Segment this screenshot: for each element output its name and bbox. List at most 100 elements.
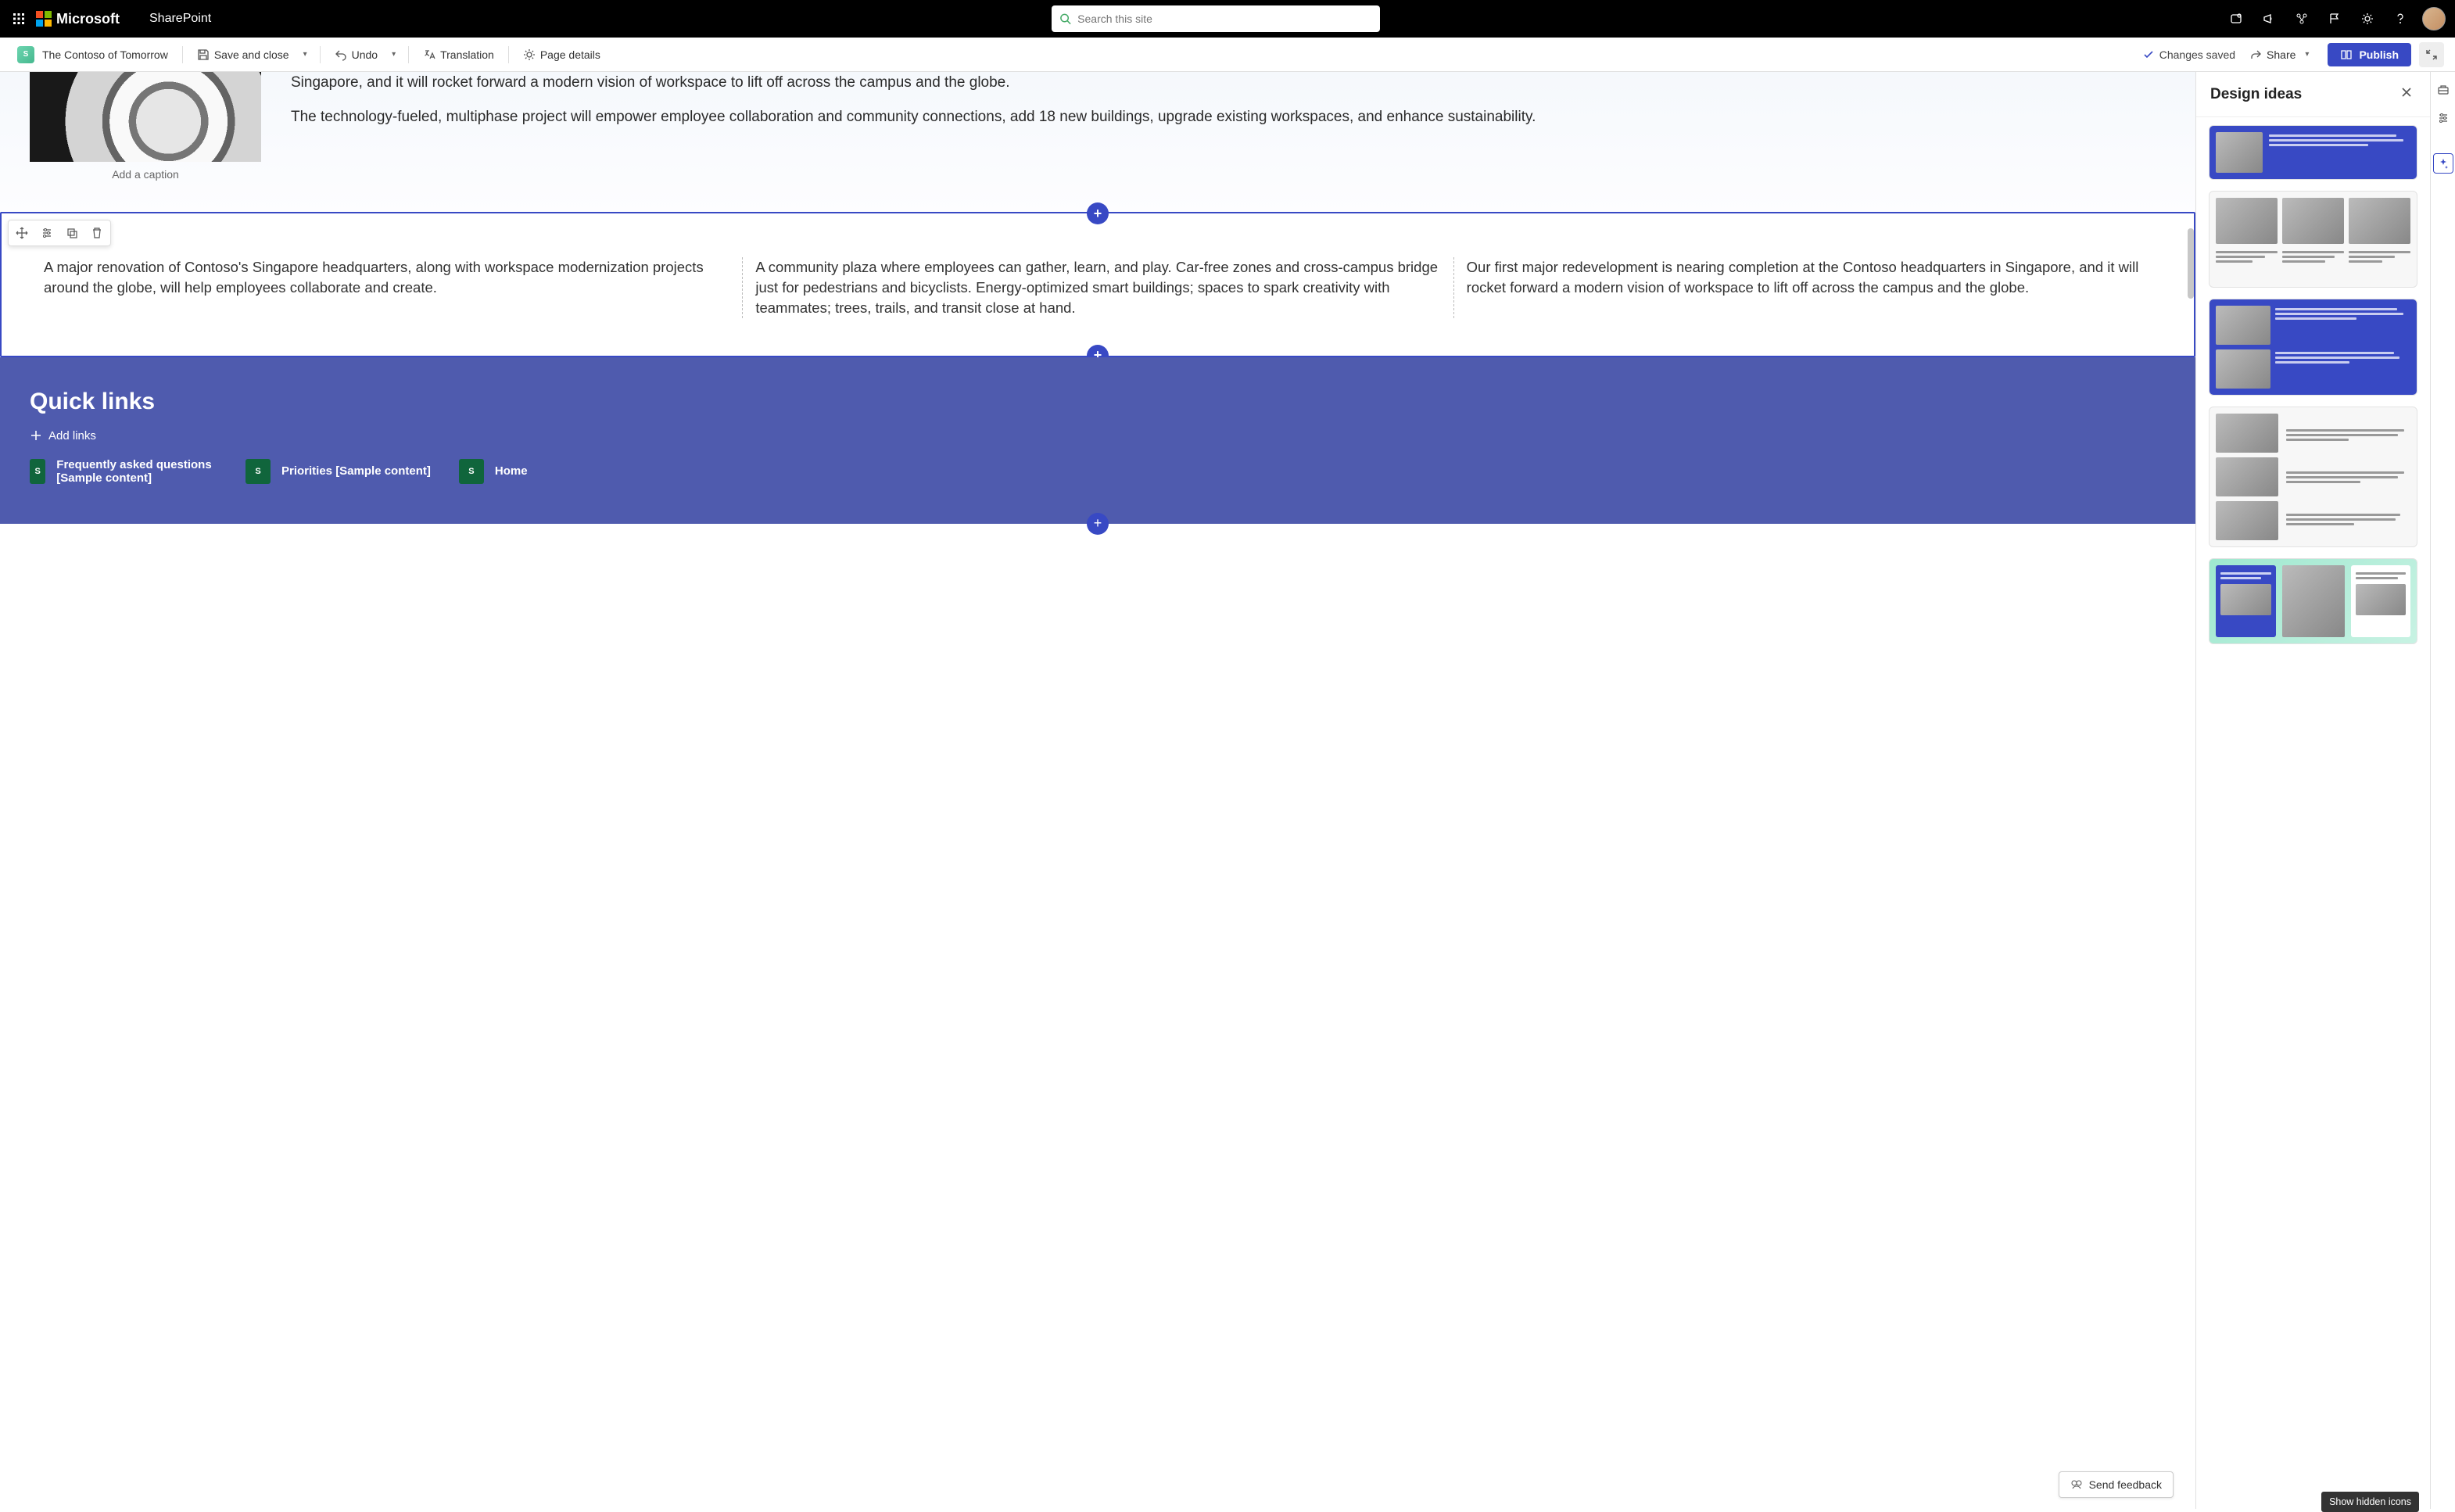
quick-link-item[interactable]: S Home — [459, 458, 528, 485]
sharepoint-doc-icon: S — [246, 459, 271, 484]
duplicate-section-button[interactable] — [60, 222, 84, 244]
app-name: SharePoint — [149, 12, 211, 26]
delete-section-button[interactable] — [85, 222, 109, 244]
search-input[interactable] — [1077, 13, 1372, 25]
publish-label: Publish — [2359, 48, 2399, 61]
command-separator — [408, 46, 409, 63]
quick-link-item[interactable]: S Priorities [Sample content] — [246, 458, 431, 485]
save-icon — [197, 48, 210, 61]
changes-saved-status: Changes saved — [2142, 48, 2235, 61]
add-links-button[interactable]: Add links — [30, 429, 2166, 442]
section-toolbar — [8, 220, 111, 246]
undo-button[interactable]: Undo — [328, 44, 384, 66]
suite-teams-button[interactable] — [2220, 3, 2252, 34]
toolbox-button[interactable] — [2433, 80, 2453, 100]
quick-links-heading: Quick links — [30, 389, 2166, 415]
design-ideas-list[interactable] — [2196, 117, 2430, 1493]
flag-icon — [2328, 13, 2341, 25]
undo-label: Undo — [352, 48, 378, 61]
hero-caption-placeholder[interactable]: Add a caption — [30, 168, 261, 181]
microsoft-brand-text: Microsoft — [56, 11, 120, 27]
waffle-icon — [13, 13, 25, 25]
quick-link-item[interactable]: S Frequently asked questions [Sample con… — [30, 458, 217, 485]
suite-bar-right — [2220, 3, 2449, 34]
site-breadcrumb[interactable]: S The Contoso of Tomorrow — [11, 41, 174, 68]
design-idea-card[interactable] — [2209, 558, 2417, 644]
share-label: Share — [2267, 48, 2296, 61]
add-section-above-button[interactable]: + — [1087, 202, 1109, 224]
selected-section[interactable]: + — [0, 212, 2195, 357]
help-icon — [2394, 13, 2407, 25]
three-col-section-wrap: + — [0, 212, 2195, 357]
connector-icon — [2296, 13, 2308, 25]
column-3[interactable]: Our first major redevelopment is nearing… — [1453, 257, 2164, 318]
publish-icon — [2340, 48, 2353, 61]
design-ideas-rail-button[interactable] — [2433, 153, 2453, 174]
sharepoint-doc-icon: S — [459, 459, 484, 484]
translation-button[interactable]: Translation — [417, 44, 500, 66]
suite-flag-button[interactable] — [2319, 3, 2350, 34]
section-settings-button[interactable] — [35, 222, 59, 244]
scrollbar-thumb[interactable] — [2188, 228, 2194, 299]
design-ideas-panel: Design ideas — [2195, 72, 2430, 1509]
quick-link-label: Home — [495, 464, 528, 478]
site-name: The Contoso of Tomorrow — [42, 48, 168, 61]
suite-megaphone-button[interactable] — [2253, 3, 2285, 34]
teams-icon — [2230, 13, 2242, 25]
suite-settings-button[interactable] — [2352, 3, 2383, 34]
user-avatar[interactable] — [2422, 7, 2446, 30]
design-idea-card[interactable] — [2209, 125, 2417, 180]
hero-paragraph-2: The technology-fueled, multiphase projec… — [291, 106, 2166, 128]
page-details-button[interactable]: Page details — [517, 44, 607, 66]
plus-icon — [30, 429, 42, 442]
close-panel-button[interactable] — [2397, 83, 2416, 106]
quick-links-section: Quick links Add links S Frequently asked… — [0, 357, 2195, 524]
close-icon — [2400, 86, 2413, 99]
design-idea-card[interactable] — [2209, 407, 2417, 547]
megaphone-icon — [2263, 13, 2275, 25]
undo-chevron[interactable]: ▾ — [387, 47, 400, 62]
publish-button[interactable]: Publish — [2328, 43, 2411, 66]
save-close-button[interactable]: Save and close — [191, 44, 296, 66]
add-section-button[interactable]: + — [1087, 513, 1109, 535]
save-close-chevron[interactable]: ▾ — [299, 47, 312, 62]
share-button[interactable]: Share ▾ — [2243, 42, 2320, 66]
page-details-label: Page details — [540, 48, 600, 61]
column-2-text: A community plaza where employees can ga… — [755, 259, 1438, 316]
search-box[interactable] — [1052, 5, 1380, 32]
hero-text[interactable]: Singapore, and it will rocket forward a … — [291, 72, 2166, 140]
design-idea-card[interactable] — [2209, 299, 2417, 396]
save-close-label: Save and close — [214, 48, 289, 61]
design-ideas-footer: Show hidden icons — [2196, 1493, 2430, 1509]
hero-section: Add a caption Singapore, and it will roc… — [0, 72, 2195, 212]
microsoft-logo: Microsoft — [36, 11, 120, 27]
feedback-icon — [2070, 1478, 2083, 1491]
app-launcher-button[interactable] — [6, 6, 31, 31]
add-links-label: Add links — [48, 429, 96, 442]
sliders-icon — [2437, 112, 2450, 124]
share-chevron[interactable]: ▾ — [2300, 47, 2313, 62]
site-icon: S — [17, 46, 34, 63]
sparkle-icon — [2437, 157, 2450, 170]
search-icon — [1059, 13, 1071, 25]
properties-button[interactable] — [2433, 108, 2453, 128]
design-idea-card[interactable] — [2209, 191, 2417, 288]
sharepoint-doc-icon: S — [30, 459, 45, 484]
hidden-icons-tooltip: Show hidden icons — [2321, 1492, 2419, 1512]
quick-links-row: S Frequently asked questions [Sample con… — [30, 458, 2166, 485]
undo-icon — [335, 48, 347, 61]
gear-icon — [2361, 13, 2374, 25]
suite-connectors-button[interactable] — [2286, 3, 2317, 34]
hero-image-wrap: Add a caption — [30, 72, 261, 181]
canvas-scrollbar[interactable] — [2184, 72, 2195, 1509]
column-1[interactable]: A major renovation of Contoso's Singapor… — [31, 257, 742, 318]
design-ideas-title: Design ideas — [2210, 86, 2302, 103]
suite-help-button[interactable] — [2385, 3, 2416, 34]
move-section-button[interactable] — [10, 222, 34, 244]
hero-image[interactable] — [30, 72, 261, 162]
send-feedback-button[interactable]: Send feedback — [2059, 1471, 2174, 1498]
microsoft-logo-icon — [36, 11, 52, 27]
page-canvas: Add a caption Singapore, and it will roc… — [0, 72, 2195, 1509]
collapse-pane-button[interactable] — [2419, 42, 2444, 67]
column-2[interactable]: A community plaza where employees can ga… — [742, 257, 1453, 318]
